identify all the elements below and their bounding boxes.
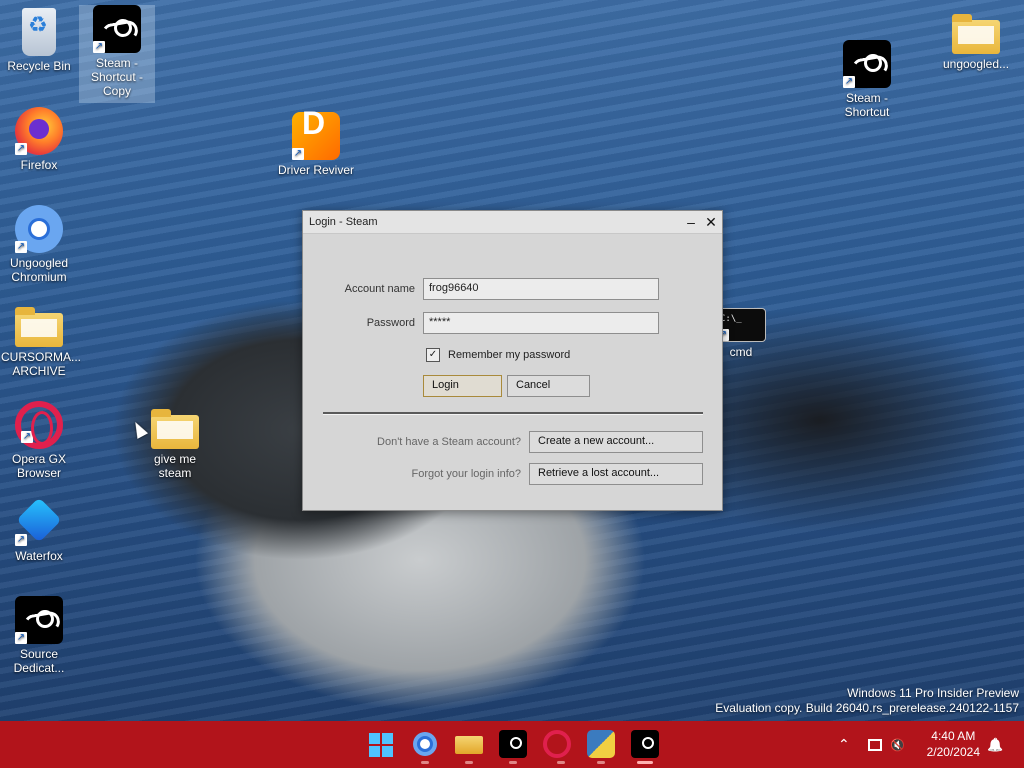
desktop-icon-source-dedicated[interactable]: ↗ Source Dedicat... (1, 596, 77, 675)
desktop-icon-label: Source Dedicat... (13, 647, 65, 675)
taskbar-steam[interactable] (499, 730, 527, 764)
desktop-icon-steam-shortcut[interactable]: ↗ Steam - Shortcut (829, 40, 905, 119)
shortcut-arrow-icon: ↗ (15, 534, 27, 546)
shortcut-arrow-icon: ↗ (15, 241, 27, 253)
folder-icon (952, 14, 1000, 54)
dialog-titlebar[interactable]: Login - Steam – ✕ (303, 211, 722, 234)
no-account-hint: Don't have a Steam account? (377, 436, 521, 448)
steam-login-dialog: Login - Steam – ✕ Account name frog96640… (302, 210, 723, 511)
account-name-input[interactable]: frog96640 (423, 278, 659, 300)
desktop-icon-steam-copy[interactable]: ↗ Steam - Shortcut - Copy (79, 5, 155, 103)
forgot-login-hint: Forgot your login info? (411, 468, 521, 480)
desktop-icon-label: CURSORMA... ARCHIVE (1, 350, 82, 378)
close-button[interactable]: ✕ (704, 215, 718, 229)
dialog-title: Login - Steam (309, 216, 378, 228)
login-button[interactable]: Login (423, 375, 502, 397)
notification-bell-icon[interactable]: 🔔 (987, 737, 1003, 753)
desktop-icon-give-me-steam[interactable]: give me steam (137, 405, 213, 480)
desktop-icon-driver-reviver[interactable]: ↗ Driver Reviver (276, 112, 356, 177)
desktop-icon-label: Firefox (20, 158, 58, 172)
watermark-line1: Windows 11 Pro Insider Preview (847, 686, 1019, 700)
create-account-button[interactable]: Create a new account... (529, 431, 703, 453)
taskbar-python-installer[interactable] (587, 730, 615, 764)
password-label: Password (366, 317, 415, 329)
taskbar-file-explorer[interactable] (455, 730, 483, 764)
firefox-icon: ↗ (15, 107, 63, 155)
folder-icon (455, 736, 483, 754)
password-input[interactable]: ***** (423, 312, 659, 334)
remember-password-label[interactable]: Remember my password (448, 349, 570, 361)
chromium-icon (413, 732, 437, 756)
shortcut-arrow-icon: ↗ (15, 632, 27, 644)
taskbar: ⌃ 🔇 4:40 AM 2/20/2024 🔔 (0, 721, 1024, 768)
desktop-icon-ungoogled-folder[interactable]: ungoogled... (936, 10, 1016, 71)
chromium-icon: ↗ (15, 205, 63, 253)
desktop-icon-label: cmd (729, 345, 753, 359)
recycle-bin-icon (22, 8, 56, 56)
desktop-icon-ungoogled-chromium[interactable]: ↗ Ungoogled Chromium (1, 205, 77, 284)
desktop-icon-recycle-bin[interactable]: Recycle Bin (1, 8, 77, 73)
network-icon[interactable] (868, 738, 882, 751)
folder-icon (151, 409, 199, 449)
show-hidden-icons-chevron[interactable]: ⌃ (838, 736, 850, 753)
watermark-line2: Evaluation copy. Build 26040.rs_prerelea… (715, 701, 1019, 715)
dialog-separator (323, 412, 703, 415)
retrieve-account-button[interactable]: Retrieve a lost account... (529, 463, 703, 485)
desktop-icon-label: Recycle Bin (7, 59, 71, 73)
desktop-icon-label: ungoogled... (942, 57, 1010, 71)
windows-logo-icon (366, 730, 394, 760)
steam-icon: ↗ (15, 596, 63, 644)
clock-date: 2/20/2024 (926, 745, 980, 759)
remember-password-checkbox[interactable]: ✓ (426, 348, 440, 362)
shortcut-arrow-icon: ↗ (15, 143, 27, 155)
minimize-button[interactable]: – (684, 215, 698, 229)
driver-reviver-icon: ↗ (292, 112, 340, 160)
desktop-icon-firefox[interactable]: ↗ Firefox (1, 107, 77, 172)
cmd-icon: ↗ (716, 308, 766, 342)
desktop-icon-cursorma-archive[interactable]: CURSORMA... ARCHIVE (1, 303, 82, 378)
windows-watermark: Windows 11 Pro Insider Preview Evaluatio… (715, 686, 1019, 716)
taskbar-steam-active[interactable] (631, 730, 659, 764)
desktop-icon-waterfox[interactable]: ↗ Waterfox (1, 498, 77, 563)
taskbar-opera-gx[interactable] (543, 730, 571, 764)
taskbar-clock[interactable]: 4:40 AM 2/20/2024 (927, 728, 980, 760)
shortcut-arrow-icon: ↗ (93, 41, 105, 53)
desktop-icon-label: give me steam (153, 452, 197, 480)
desktop-icon-opera-gx[interactable]: ↗ Opera GX Browser (1, 401, 77, 480)
shortcut-arrow-icon: ↗ (21, 431, 33, 443)
desktop-icon-label: Waterfox (15, 549, 63, 563)
desktop-icon-label: Driver Reviver (277, 163, 354, 177)
desktop-icon-label: Opera GX Browser (11, 452, 67, 480)
shortcut-arrow-icon: ↗ (292, 148, 304, 160)
opera-gx-icon: ↗ (15, 401, 63, 449)
volume-muted-icon[interactable]: 🔇 (890, 738, 905, 752)
desktop-icon-label: Steam - Shortcut (844, 91, 890, 119)
folder-icon (15, 307, 63, 347)
taskbar-chromium[interactable] (411, 730, 439, 764)
shortcut-arrow-icon: ↗ (843, 76, 855, 88)
steam-icon: ↗ (843, 40, 891, 88)
steam-icon: ↗ (93, 5, 141, 53)
waterfox-icon: ↗ (15, 498, 63, 546)
cancel-button[interactable]: Cancel (507, 375, 590, 397)
start-button[interactable] (366, 730, 394, 758)
desktop-icon-label: Ungoogled Chromium (9, 256, 69, 284)
clock-time: 4:40 AM (931, 729, 976, 743)
account-name-label: Account name (344, 283, 415, 295)
desktop-icon-label: Steam - Shortcut - Copy (90, 56, 144, 98)
